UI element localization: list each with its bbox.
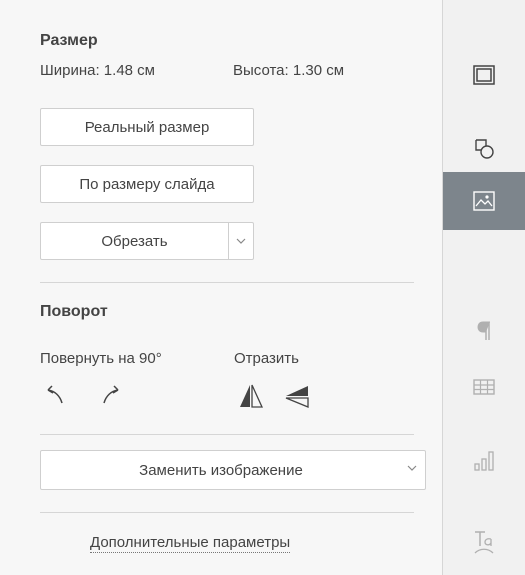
- table-settings-button[interactable]: [443, 358, 525, 416]
- height-label: Высота: 1.30 см: [233, 62, 345, 79]
- chevron-down-icon: [407, 465, 417, 471]
- advanced-settings-link[interactable]: Дополнительные параметры: [90, 534, 291, 553]
- text-art-settings-button[interactable]: [443, 514, 525, 572]
- rotate-clockwise-button[interactable]: [96, 382, 126, 408]
- rotate-counterclockwise-button[interactable]: [40, 382, 70, 408]
- separator: [40, 512, 414, 513]
- right-settings-rail: [443, 0, 525, 575]
- actual-size-button[interactable]: Реальный размер: [40, 108, 254, 146]
- flip-vertical-button[interactable]: [282, 382, 312, 410]
- separator: [40, 434, 414, 435]
- flip-vertical-icon: [285, 386, 309, 408]
- chart-settings-icon: [474, 451, 494, 471]
- separator: [40, 282, 414, 283]
- chevron-down-icon: [236, 238, 246, 244]
- replace-image-label: Заменить изображение: [139, 461, 303, 479]
- slide-settings-icon: [473, 65, 495, 85]
- paragraph-settings-button[interactable]: [443, 302, 525, 360]
- rotate-clockwise-icon: [103, 385, 119, 404]
- flip-horizontal-icon: [240, 384, 264, 408]
- rotate-counterclockwise-icon: [47, 385, 63, 404]
- rotation-section-title: Поворот: [40, 303, 108, 320]
- replace-image-dropdown[interactable]: Заменить изображение: [40, 450, 426, 490]
- image-settings-icon: [473, 191, 495, 211]
- width-label: Ширина: 1.48 см: [40, 62, 155, 79]
- flip-horizontal-button[interactable]: [236, 382, 266, 410]
- rotate-90-label: Повернуть на 90°: [40, 350, 162, 367]
- slide-settings-button[interactable]: [443, 46, 525, 104]
- shape-settings-icon: [475, 139, 494, 159]
- flip-label: Отразить: [234, 350, 299, 367]
- crop-dropdown-button[interactable]: [228, 223, 253, 259]
- crop-button[interactable]: Обрезать: [41, 223, 228, 259]
- fit-to-slide-button[interactable]: По размеру слайда: [40, 165, 254, 203]
- text-art-settings-icon: [474, 531, 494, 554]
- crop-split-button: Обрезать: [40, 222, 254, 260]
- size-section-title: Размер: [40, 32, 98, 49]
- shape-settings-button[interactable]: [443, 120, 525, 178]
- image-settings-button[interactable]: [443, 172, 525, 230]
- chart-settings-button[interactable]: [443, 432, 525, 490]
- image-settings-panel: Размер Ширина: 1.48 см Высота: 1.30 см Р…: [0, 0, 443, 575]
- table-settings-icon: [473, 379, 495, 395]
- paragraph-settings-icon: [477, 321, 490, 340]
